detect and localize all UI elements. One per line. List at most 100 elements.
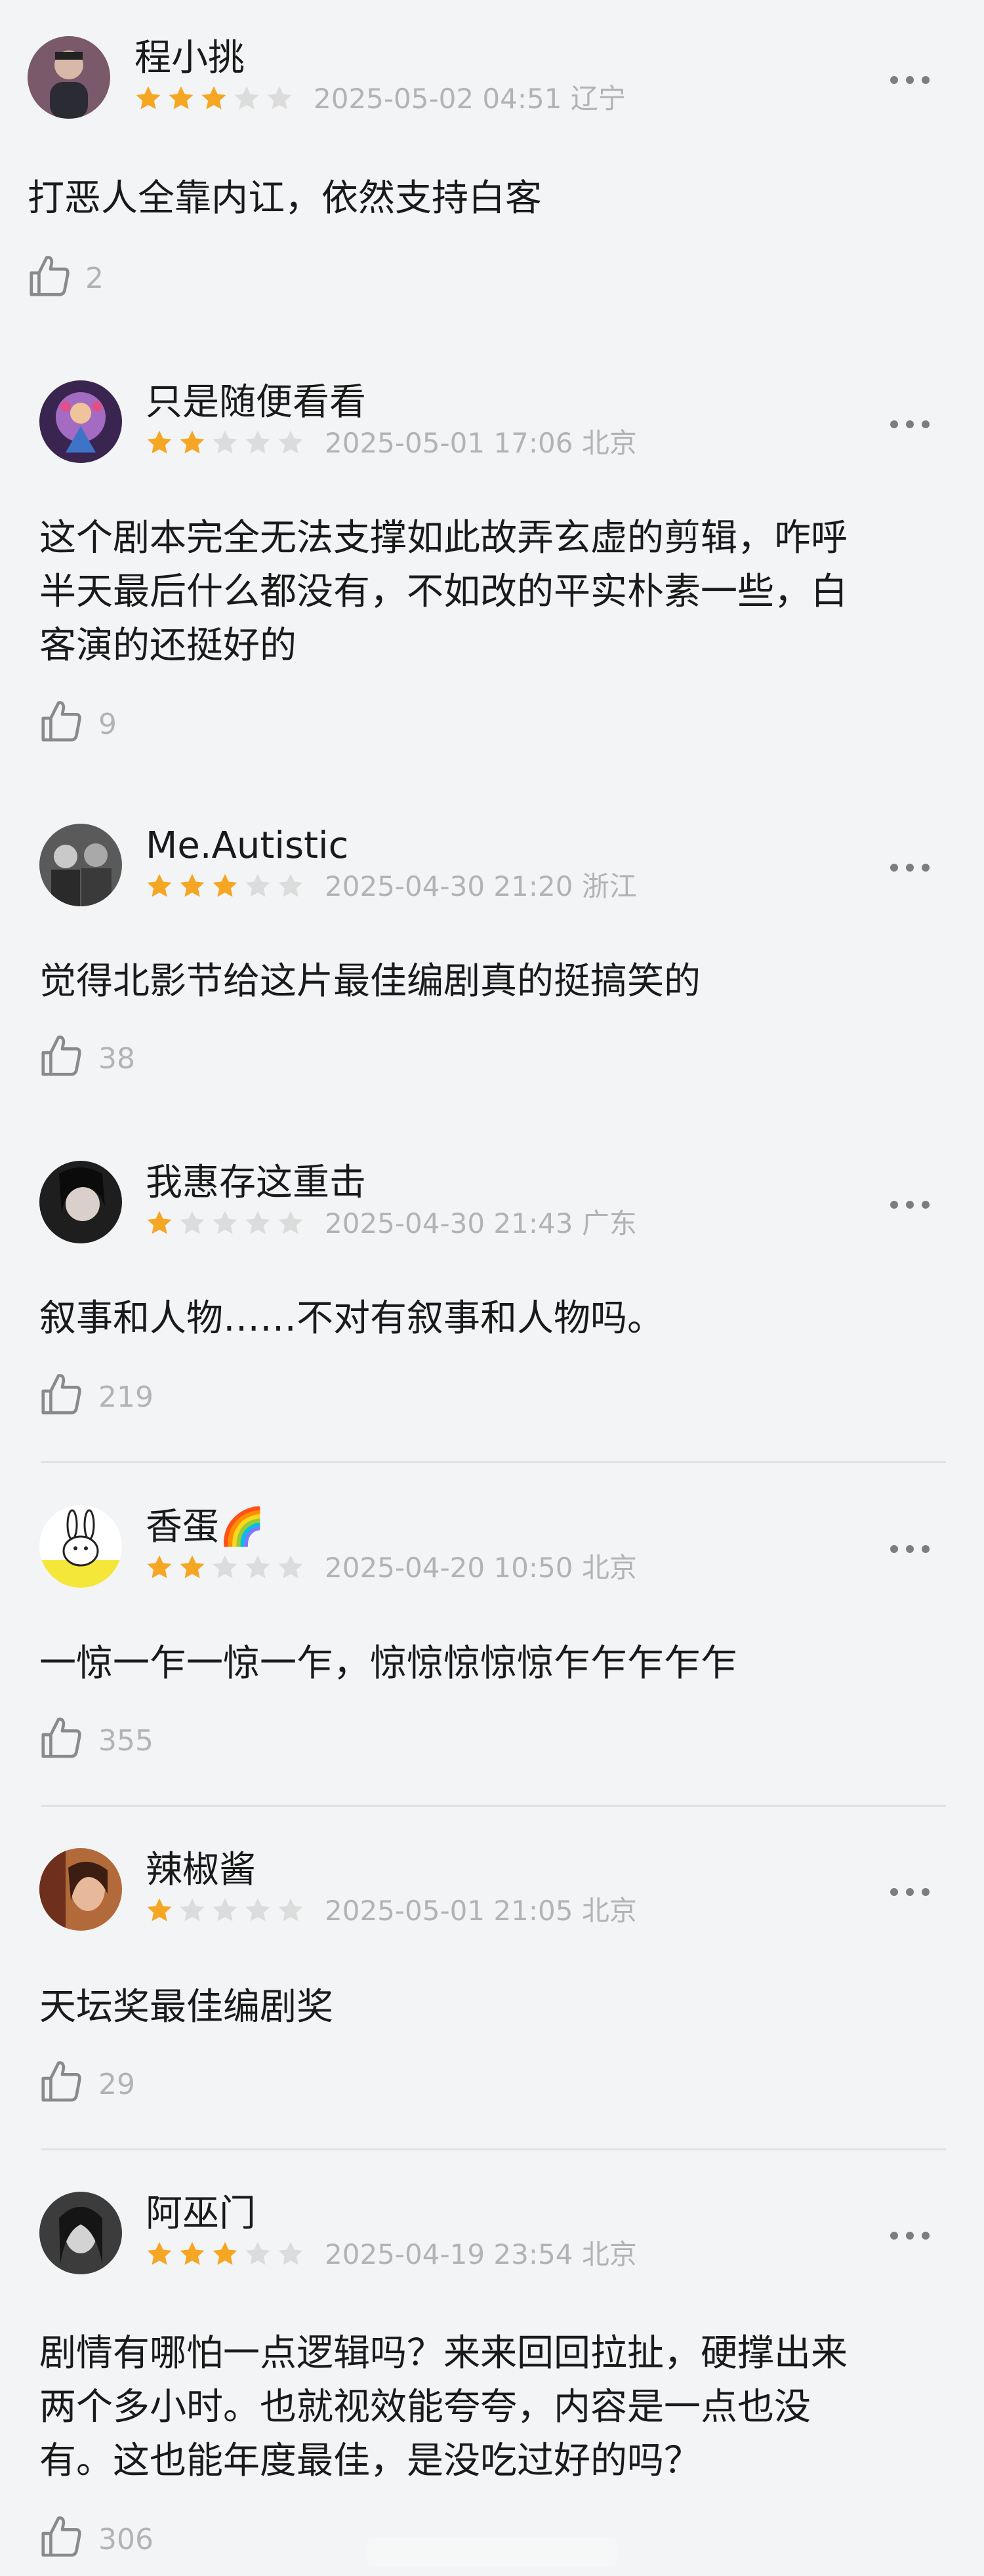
star-empty-icon xyxy=(213,430,237,454)
review-text-line: 觉得北影节给这片最佳编剧真的挺搞笑的 xyxy=(39,960,701,1003)
star-filled-icon xyxy=(180,874,205,897)
star-filled-icon xyxy=(147,430,172,454)
rating-stars xyxy=(146,2240,310,2268)
woman-bw-avatar[interactable] xyxy=(39,2192,122,2274)
review-text: 一惊一乍一惊一乍，惊惊惊惊惊乍乍乍乍乍 xyxy=(39,1637,951,1691)
like-count: 219 xyxy=(98,1380,154,1414)
rating-stars xyxy=(146,1209,310,1237)
review-text-line: 两个多小时。也就视效能夸夸，内容是一点也没 xyxy=(39,2386,811,2428)
review-date: 2025-05-01 21:05 xyxy=(325,1895,573,1927)
divider xyxy=(41,2148,946,2150)
star-empty-icon xyxy=(180,1898,205,1922)
like-count: 9 xyxy=(98,708,117,741)
thumbs-up-icon[interactable] xyxy=(38,698,84,744)
review-text-line: 有。这也能年度最佳，是没吃过好的吗？ xyxy=(39,2440,701,2482)
star-filled-icon xyxy=(213,874,237,897)
portrait-warm-avatar[interactable] xyxy=(39,1848,122,1931)
watermark-bar xyxy=(367,2537,617,2567)
review-text: 天坛奖最佳编剧奖 xyxy=(39,1981,951,2034)
star-empty-icon xyxy=(245,1211,270,1234)
review-date: 2025-04-30 21:43 xyxy=(325,1207,573,1239)
username[interactable]: Me.Autistic xyxy=(146,825,348,867)
review-location: 广东 xyxy=(581,1207,637,1239)
star-empty-icon xyxy=(278,430,303,454)
star-empty-icon xyxy=(245,1898,270,1922)
review-meta: 2025-04-30 21:20 浙江 xyxy=(325,871,637,902)
username[interactable]: 我惠存这重击 xyxy=(146,1162,366,1204)
review-date: 2025-05-01 17:06 xyxy=(325,427,573,459)
review-meta: 2025-04-20 10:50 北京 xyxy=(325,1552,637,1584)
star-filled-icon xyxy=(136,86,161,110)
star-filled-icon xyxy=(147,874,172,897)
review-meta: 2025-05-02 04:51 辽宁 xyxy=(314,83,626,115)
woman-dark-avatar[interactable] xyxy=(39,1161,122,1243)
person-dark-avatar[interactable] xyxy=(28,36,110,119)
review-date: 2025-04-20 10:50 xyxy=(325,1552,573,1584)
like-count: 38 xyxy=(98,1042,135,1076)
review-location: 北京 xyxy=(581,427,637,459)
username[interactable]: 只是随便看看 xyxy=(146,382,366,424)
divider xyxy=(41,1805,946,1807)
username[interactable]: 程小挑 xyxy=(134,37,245,79)
thumbs-up-icon[interactable] xyxy=(38,1371,84,1417)
review-text: 剧情有哪怕一点逻辑吗？来来回回拉扯，硬撑出来 两个多小时。也就视效能夸夸，内容是一… xyxy=(39,2327,951,2488)
star-filled-icon xyxy=(147,1211,172,1234)
rabbit-avatar[interactable] xyxy=(39,1505,122,1588)
more-options-icon[interactable] xyxy=(888,2226,932,2245)
review-date: 2025-04-19 23:54 xyxy=(325,2238,573,2270)
star-filled-icon xyxy=(147,1898,172,1922)
more-options-icon[interactable] xyxy=(888,858,932,877)
review-text: 觉得北影节给这片最佳编剧真的挺搞笑的 xyxy=(39,955,951,1009)
rating-stars xyxy=(146,1554,310,1581)
review-text-line: 一惊一乍一惊一乍，惊惊惊惊惊乍乍乍乍乍 xyxy=(39,1642,737,1685)
review-location: 北京 xyxy=(581,1552,637,1584)
star-empty-icon xyxy=(278,1898,303,1922)
like-count: 2 xyxy=(85,262,104,295)
star-empty-icon xyxy=(278,1555,303,1579)
star-filled-icon xyxy=(180,2242,205,2265)
star-filled-icon xyxy=(201,86,226,110)
thumbs-up-icon[interactable] xyxy=(38,2058,84,2104)
username[interactable]: 辣椒酱 xyxy=(146,1849,256,1891)
username[interactable]: 香蛋🌈 xyxy=(146,1506,265,1548)
thumbs-up-icon[interactable] xyxy=(38,2513,84,2559)
review-location: 北京 xyxy=(581,2238,637,2270)
star-filled-icon xyxy=(169,86,194,110)
star-filled-icon xyxy=(180,1555,205,1579)
star-filled-icon xyxy=(180,430,205,454)
rating-stars xyxy=(146,1897,310,1924)
username[interactable]: 阿巫门 xyxy=(146,2193,256,2235)
review-text: 打恶人全靠内讧，依然支持白客 xyxy=(28,172,939,226)
thumbs-up-icon[interactable] xyxy=(38,1714,84,1760)
star-empty-icon xyxy=(245,2242,270,2265)
star-empty-icon xyxy=(213,1555,237,1579)
thumbs-up-icon[interactable] xyxy=(26,252,72,298)
like-count: 29 xyxy=(98,2068,135,2101)
review-text-line: 叙事和人物……不对有叙事和人物吗。 xyxy=(39,1297,664,1340)
more-options-icon[interactable] xyxy=(888,1882,932,1902)
star-empty-icon xyxy=(278,1211,303,1234)
more-options-icon[interactable] xyxy=(888,1195,932,1215)
star-empty-icon xyxy=(180,1211,205,1234)
review-text: 这个剧本完全无法支撑如此故弄玄虚的剪辑，咋呼 半天最后什么都没有，不如改的平实朴素… xyxy=(39,512,951,673)
more-options-icon[interactable] xyxy=(888,70,932,90)
more-options-icon[interactable] xyxy=(888,1539,932,1559)
review-text-line: 打恶人全靠内讧，依然支持白客 xyxy=(28,177,542,220)
review-date: 2025-05-02 04:51 xyxy=(314,83,562,115)
star-filled-icon xyxy=(213,2242,237,2265)
star-empty-icon xyxy=(245,430,270,454)
star-empty-icon xyxy=(213,1898,237,1922)
review-meta: 2025-05-01 21:05 北京 xyxy=(325,1895,637,1927)
star-empty-icon xyxy=(278,874,303,897)
purple-illustration-avatar[interactable] xyxy=(39,380,122,463)
more-options-icon[interactable] xyxy=(888,414,932,434)
group-bw-avatar[interactable] xyxy=(39,824,122,906)
review-text-line: 客演的还挺好的 xyxy=(39,624,297,667)
review-location: 浙江 xyxy=(581,870,637,902)
review-location: 辽宁 xyxy=(570,83,626,115)
thumbs-up-icon[interactable] xyxy=(38,1032,84,1078)
rating-stars xyxy=(146,429,310,456)
divider xyxy=(41,1461,946,1463)
review-text-line: 剧情有哪怕一点逻辑吗？来来回回拉扯，硬撑出来 xyxy=(39,2332,848,2375)
review-text-line: 这个剧本完全无法支撑如此故弄玄虚的剪辑，咋呼 xyxy=(39,517,848,559)
